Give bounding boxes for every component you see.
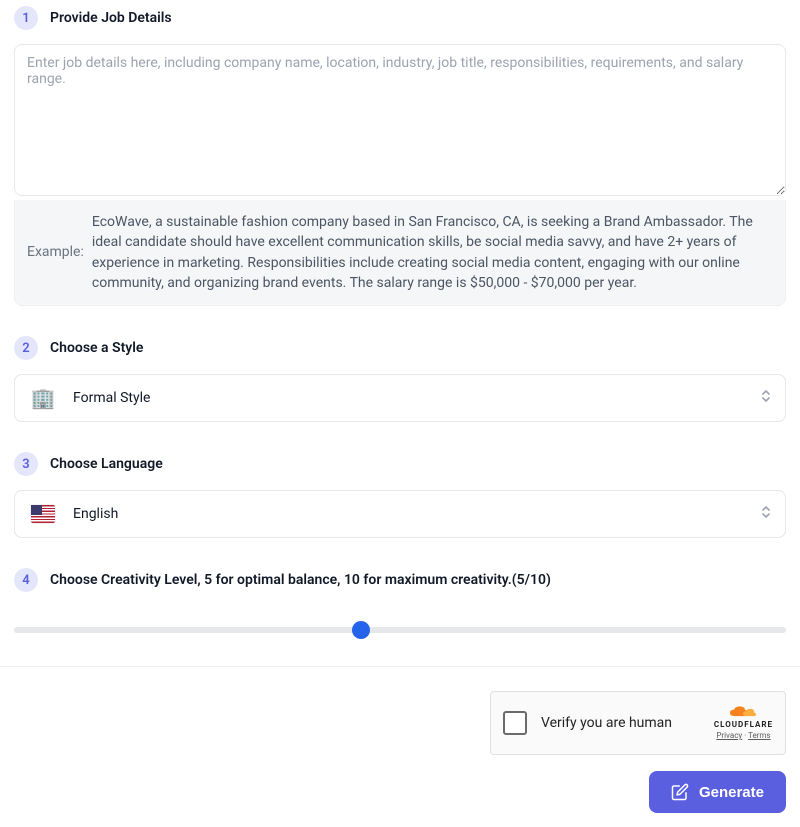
step-number-badge: 1 — [14, 6, 38, 30]
step-number-badge: 3 — [14, 452, 38, 476]
step-title: Choose Creativity Level, 5 for optimal b… — [50, 572, 551, 588]
building-icon: 🏢 — [31, 389, 55, 407]
step-title: Choose Language — [50, 456, 163, 472]
example-row: Example: EcoWave, a sustainable fashion … — [14, 200, 786, 306]
creativity-slider[interactable] — [14, 618, 786, 642]
style-select[interactable]: 🏢 Formal Style — [14, 374, 786, 422]
captcha-checkbox[interactable] — [503, 711, 527, 735]
captcha-links: Privacy · Terms — [716, 731, 770, 740]
cloudflare-wordmark: CLOUDFLARE — [714, 720, 773, 729]
step-1-job-details: 1 Provide Job Details Example: EcoWave, … — [14, 6, 786, 306]
step-header: 3 Choose Language — [14, 452, 786, 476]
step-4-creativity: 4 Choose Creativity Level, 5 for optimal… — [14, 568, 786, 642]
generate-button[interactable]: Generate — [649, 771, 786, 813]
step-number-badge: 2 — [14, 336, 38, 360]
captcha-widget: Verify you are human CLOUDFLARE Privacy … — [490, 691, 786, 755]
example-text: EcoWave, a sustainable fashion company b… — [92, 212, 773, 293]
slider-thumb[interactable] — [352, 621, 370, 639]
cloud-icon — [730, 706, 756, 718]
terms-link[interactable]: Terms — [748, 731, 770, 740]
generate-button-label: Generate — [699, 784, 764, 801]
language-select[interactable]: English — [14, 490, 786, 538]
chevron-up-down-icon — [759, 504, 773, 524]
style-select-value: Formal Style — [73, 390, 150, 406]
edit-icon — [671, 783, 689, 801]
captcha-brand: CLOUDFLARE Privacy · Terms — [714, 706, 773, 740]
chevron-up-down-icon — [759, 388, 773, 408]
example-label: Example: — [23, 242, 84, 262]
step-3-choose-language: 3 Choose Language English — [14, 452, 786, 538]
step-title: Provide Job Details — [50, 10, 172, 26]
step-number-badge: 4 — [14, 568, 38, 592]
footer: Verify you are human CLOUDFLARE Privacy … — [0, 667, 800, 827]
cloudflare-logo — [730, 706, 756, 718]
job-details-input[interactable] — [14, 44, 786, 196]
language-select-value: English — [73, 506, 118, 522]
step-title: Choose a Style — [50, 340, 143, 356]
step-2-choose-style: 2 Choose a Style 🏢 Formal Style — [14, 336, 786, 422]
step-header: 1 Provide Job Details — [14, 6, 786, 30]
slider-fill — [14, 627, 361, 633]
step-header: 4 Choose Creativity Level, 5 for optimal… — [14, 568, 786, 592]
step-header: 2 Choose a Style — [14, 336, 786, 360]
captcha-text: Verify you are human — [541, 715, 700, 731]
us-flag-icon — [31, 505, 55, 523]
creativity-value-display: (5/10) — [512, 572, 551, 588]
creativity-title-text: Choose Creativity Level, 5 for optimal b… — [50, 572, 512, 588]
privacy-link[interactable]: Privacy — [716, 731, 742, 740]
